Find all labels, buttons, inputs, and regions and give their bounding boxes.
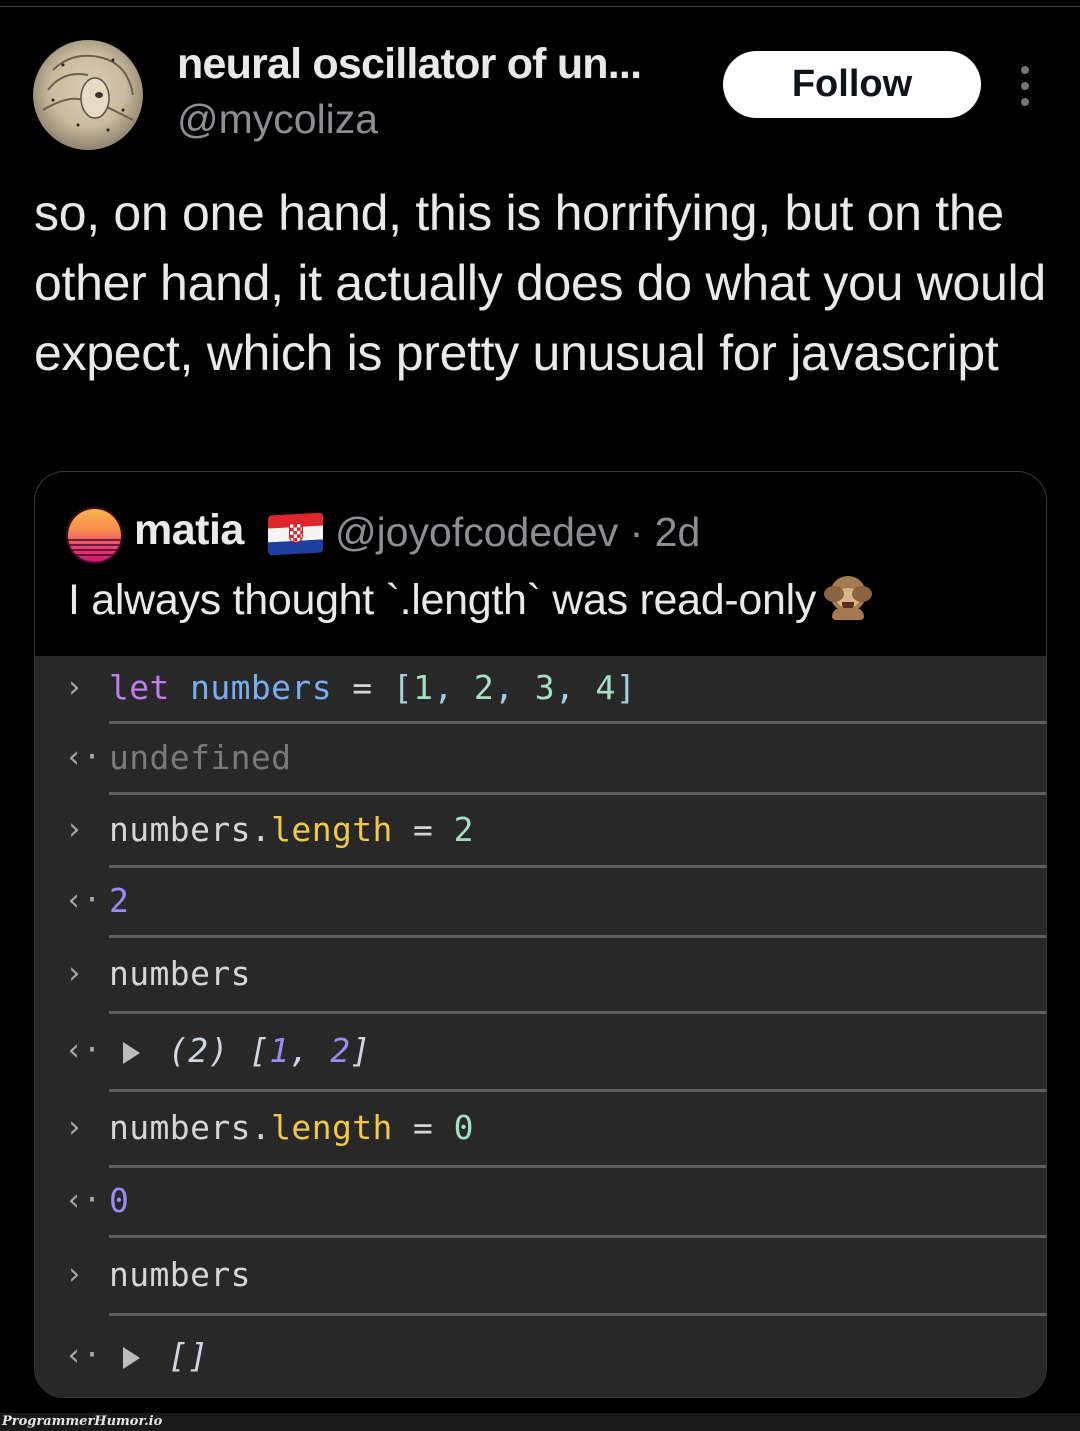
console-output-row: ‹· 0 xyxy=(35,1168,1046,1238)
code-token: [ xyxy=(392,668,414,707)
code-token: , xyxy=(555,668,596,707)
code-token: 0 xyxy=(453,1108,474,1147)
quoted-tweet-card[interactable]: matia @joyofcodedev · 2d I always though… xyxy=(34,471,1047,1398)
expand-triangle-icon[interactable] xyxy=(123,1042,140,1064)
console-output-row: ‹· 2 xyxy=(35,868,1046,938)
see-no-evil-monkey-icon xyxy=(822,574,874,620)
code-token: ] xyxy=(615,668,637,707)
console-code: numbers xyxy=(109,1255,251,1294)
croatia-flag-icon xyxy=(268,512,323,556)
input-prompt-icon: › xyxy=(65,1110,84,1145)
console-code: 2 xyxy=(109,881,129,920)
author-handle[interactable]: @mycoliza xyxy=(177,96,378,143)
console-code: 0 xyxy=(109,1181,129,1220)
console-code: numbers.length = 2 xyxy=(109,810,474,849)
dot xyxy=(1021,66,1029,74)
code-token: numbers xyxy=(109,954,251,993)
console-output-row: ‹· [] xyxy=(35,1316,1046,1397)
code-token: 2 xyxy=(109,881,130,920)
dot xyxy=(1021,82,1029,90)
output-prompt-icon: ‹· xyxy=(65,883,102,918)
code-token: numbers. xyxy=(109,810,272,849)
quoted-author-handle-time[interactable]: @joyofcodedev · 2d xyxy=(335,509,700,556)
input-prompt-icon: › xyxy=(65,812,84,847)
code-token: , xyxy=(494,668,535,707)
quoted-author-name[interactable]: matia xyxy=(134,506,244,555)
code-token: , xyxy=(433,668,474,707)
devtools-console-screenshot: › let numbers = [1, 2, 3, 4] ‹· undefined › n… xyxy=(35,656,1046,1397)
console-code: undefined xyxy=(109,738,291,777)
code-token: 0 xyxy=(109,1181,130,1220)
console-input-row: › let numbers = [1, 2, 3, 4] xyxy=(35,656,1046,724)
output-prompt-icon: ‹· xyxy=(65,1183,102,1218)
code-token: = xyxy=(331,668,393,707)
quoted-author-avatar[interactable] xyxy=(68,509,121,562)
code-token: 1 xyxy=(413,668,434,707)
dot xyxy=(1021,98,1029,106)
code-token: = xyxy=(392,1108,454,1147)
author-avatar[interactable] xyxy=(33,40,143,150)
code-token: 2 xyxy=(453,810,474,849)
quoted-tweet-text-content: I always thought `.length` was read-only xyxy=(68,576,817,624)
console-code: numbers.length = 0 xyxy=(109,1108,474,1147)
output-prompt-icon: ‹· xyxy=(65,1338,102,1373)
input-prompt-icon: › xyxy=(65,670,84,705)
code-token: numbers xyxy=(109,1255,251,1294)
code-token: length xyxy=(271,810,393,849)
code-token: 3 xyxy=(534,668,555,707)
top-divider xyxy=(0,6,1080,7)
input-prompt-icon: › xyxy=(65,1257,84,1292)
console-input-row: › numbers.length = 2 xyxy=(35,795,1046,868)
code-token: let xyxy=(109,668,170,707)
code-token: ] xyxy=(350,1031,371,1070)
console-input-row: › numbers xyxy=(35,938,1046,1014)
console-output-row: ‹· undefined xyxy=(35,724,1046,795)
author-display-name[interactable]: neural oscillator of un... xyxy=(177,40,642,89)
console-code: numbers xyxy=(109,954,251,993)
code-token: = xyxy=(392,810,454,849)
code-token: undefined xyxy=(109,738,292,777)
code-token: [ xyxy=(249,1031,270,1070)
code-token: 1 xyxy=(269,1031,290,1070)
code-token: (2) xyxy=(168,1031,250,1070)
output-prompt-icon: ‹· xyxy=(65,1033,102,1068)
sunset-stripes-icon xyxy=(68,536,121,558)
console-output-row: ‹· (2) [1, 2] xyxy=(35,1014,1046,1092)
code-token: 2 xyxy=(473,668,495,707)
console-code: [] xyxy=(123,1336,209,1375)
code-token: numbers. xyxy=(109,1108,272,1147)
console-input-row: › numbers xyxy=(35,1238,1046,1316)
console-code: (2) [1, 2] xyxy=(123,1031,371,1070)
code-token: [] xyxy=(168,1336,209,1375)
code-token: 4 xyxy=(595,668,616,707)
code-token: , xyxy=(289,1031,331,1070)
console-input-row: › numbers.length = 0 xyxy=(35,1092,1046,1168)
tweet-text: so, on one hand, this is horrifying, but… xyxy=(34,185,1046,381)
code-token: length xyxy=(271,1108,393,1147)
console-code: let numbers = [1, 2, 3, 4] xyxy=(109,668,636,707)
watermark: ProgrammerHumor.io xyxy=(2,1414,163,1429)
code-token: 2 xyxy=(330,1031,351,1070)
quoted-tweet-text: I always thought `.length` was read-only xyxy=(68,574,874,625)
expand-triangle-icon[interactable] xyxy=(123,1347,140,1369)
more-options-icon[interactable] xyxy=(1014,66,1036,106)
output-prompt-icon: ‹· xyxy=(65,740,102,775)
code-token: numbers xyxy=(190,668,332,707)
avatar-illustration-icon xyxy=(42,54,134,132)
input-prompt-icon: › xyxy=(65,956,84,991)
follow-button[interactable]: Follow xyxy=(723,51,981,118)
